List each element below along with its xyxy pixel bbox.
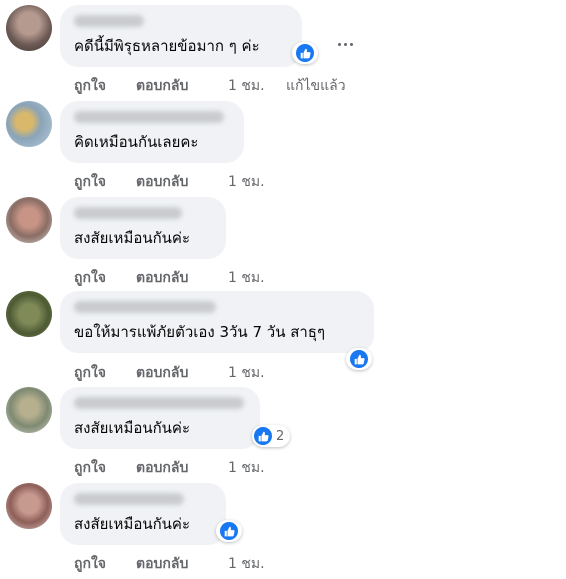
- timestamp[interactable]: 1 ชม.: [228, 555, 265, 573]
- commenter-name[interactable]: [74, 493, 184, 505]
- comment-bubble: คิดเหมือนกันเลยคะ: [60, 101, 244, 163]
- reply-link[interactable]: ตอบกลับ: [136, 173, 188, 191]
- timestamp[interactable]: 1 ชม.: [228, 459, 265, 477]
- reaction-summary[interactable]: 2: [252, 425, 291, 447]
- comment-text: สงสัยเหมือนกันค่ะ: [74, 515, 191, 533]
- comment-bubble: ขอให้มารแพ้ภัยตัวเอง 3วัน 7 วัน สาธุๆ: [60, 291, 374, 370]
- like-link[interactable]: ถูกใจ: [74, 555, 106, 573]
- comment-item: ขอให้มารแพ้ภัยตัวเอง 3วัน 7 วัน สาธุๆ ถู…: [0, 291, 566, 387]
- like-link[interactable]: ถูกใจ: [74, 364, 106, 382]
- reply-link[interactable]: ตอบกลับ: [136, 459, 188, 477]
- avatar[interactable]: [6, 387, 52, 433]
- comment-text: สงสัยเหมือนกันค่ะ: [74, 229, 191, 247]
- comment-text: คดีนี้มีพิรุธหลายข้อมาก ๆ ค่ะ: [74, 37, 260, 55]
- like-icon: [220, 522, 238, 540]
- comment-bubble: สงสัยเหมือนกันค่ะ: [60, 197, 226, 259]
- timestamp[interactable]: 1 ชม.: [228, 173, 265, 191]
- like-link[interactable]: ถูกใจ: [74, 77, 106, 95]
- like-icon: [254, 427, 272, 445]
- comment-item: สงสัยเหมือนกันค่ะ ถูกใจ ตอบกลับ 1 ชม.: [0, 483, 566, 579]
- reaction-summary[interactable]: [346, 348, 372, 370]
- avatar[interactable]: [6, 483, 52, 529]
- reaction-count: 2: [276, 428, 285, 444]
- reply-link[interactable]: ตอบกลับ: [136, 555, 188, 573]
- commenter-name[interactable]: [74, 397, 244, 409]
- reaction-summary[interactable]: [216, 520, 242, 542]
- timestamp[interactable]: 1 ชม.: [228, 269, 265, 287]
- comment-item: สงสัยเหมือนกันค่ะ ถูกใจ ตอบกลับ 1 ชม.: [0, 197, 566, 293]
- avatar[interactable]: [6, 5, 52, 51]
- reply-link[interactable]: ตอบกลับ: [136, 364, 188, 382]
- reply-link[interactable]: ตอบกลับ: [136, 77, 188, 95]
- comment-bubble: คดีนี้มีพิรุธหลายข้อมาก ๆ ค่ะ: [60, 5, 318, 67]
- like-link[interactable]: ถูกใจ: [74, 173, 106, 191]
- avatar[interactable]: [6, 291, 52, 337]
- like-icon: [296, 44, 314, 62]
- timestamp[interactable]: 1 ชม.: [228, 77, 265, 95]
- commenter-name[interactable]: [74, 207, 182, 219]
- comment-bubble: สงสัยเหมือนกันค่ะ 2: [60, 387, 291, 449]
- like-link[interactable]: ถูกใจ: [74, 459, 106, 477]
- comment-text: คิดเหมือนกันเลยคะ: [74, 133, 199, 151]
- comment-bubble: สงสัยเหมือนกันค่ะ: [60, 483, 242, 545]
- comment-item: สงสัยเหมือนกันค่ะ 2 ถูกใจ ตอบกลับ 1 ชม.: [0, 387, 566, 483]
- avatar[interactable]: [6, 197, 52, 243]
- comment-text: สงสัยเหมือนกันค่ะ: [74, 419, 191, 437]
- avatar[interactable]: [6, 101, 52, 147]
- commenter-name[interactable]: [74, 15, 144, 27]
- timestamp[interactable]: 1 ชม.: [228, 364, 265, 382]
- comment-item: คดีนี้มีพิรุธหลายข้อมาก ๆ ค่ะ ถูกใจ ตอบก…: [0, 5, 566, 101]
- reply-link[interactable]: ตอบกลับ: [136, 269, 188, 287]
- like-link[interactable]: ถูกใจ: [74, 269, 106, 287]
- commenter-name[interactable]: [74, 301, 216, 313]
- comment-text: ขอให้มารแพ้ภัยตัวเอง 3วัน 7 วัน สาธุๆ: [74, 323, 326, 341]
- more-options-button[interactable]: [334, 33, 356, 55]
- comment-item: คิดเหมือนกันเลยคะ ถูกใจ ตอบกลับ 1 ชม.: [0, 101, 566, 197]
- edited-label[interactable]: แก้ไขแล้ว: [286, 77, 346, 95]
- like-icon: [350, 350, 368, 368]
- commenter-name[interactable]: [74, 111, 224, 123]
- reaction-summary[interactable]: [292, 42, 318, 64]
